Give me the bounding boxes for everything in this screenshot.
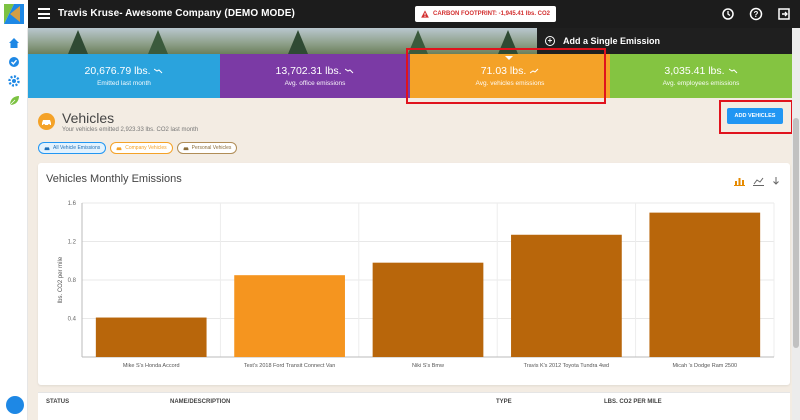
- svg-text:?: ?: [754, 10, 759, 19]
- carbon-footprint-text: CARBON FOOTPRINT: -1,945.41 lbs. CO2: [433, 11, 551, 17]
- menu-icon[interactable]: [38, 8, 50, 19]
- column-header-co2-per-mile[interactable]: LBS. CO2 PER MILE: [604, 399, 662, 405]
- history-icon[interactable]: [720, 6, 736, 22]
- highlight-box-vehicles-stat: [406, 48, 606, 104]
- car-icon: [183, 146, 189, 150]
- filter-company-vehicles[interactable]: Company Vehicles: [110, 142, 173, 154]
- column-header-type[interactable]: TYPE: [496, 399, 512, 405]
- y-axis-label: lbs. CO2 per mile: [58, 256, 64, 303]
- chat-icon[interactable]: [6, 396, 24, 414]
- bar-chart-icon[interactable]: [734, 173, 745, 191]
- car-icon: [44, 146, 50, 150]
- y-tick-label: 1.6: [68, 201, 77, 207]
- help-icon[interactable]: ?: [748, 6, 764, 22]
- filter-personal-vehicles[interactable]: Personal Vehicles: [176, 142, 238, 154]
- check-badge-icon[interactable]: [7, 55, 21, 69]
- leaf-icon[interactable]: [7, 94, 21, 108]
- filter-label: All Vehicle Emissions: [53, 145, 101, 151]
- stat-label: Avg. office emissions: [284, 80, 346, 87]
- bar: [649, 212, 761, 357]
- stat-label: Avg. employees emissions: [662, 80, 740, 87]
- filter-chips: All Vehicle Emissions Company Vehicles P…: [38, 142, 238, 154]
- trend-down-icon: [728, 68, 737, 74]
- trend-down-icon: [154, 68, 163, 74]
- filter-all-vehicles[interactable]: All Vehicle Emissions: [38, 142, 107, 154]
- warning-icon: [421, 10, 429, 18]
- gear-icon[interactable]: [7, 74, 21, 88]
- filter-label: Company Vehicles: [125, 145, 167, 151]
- y-tick-label: 0.4: [68, 317, 77, 323]
- stat-value: 20,676.79 lbs.: [84, 65, 151, 77]
- vehicles-table-header: STATUS NAME/DESCRIPTION TYPE LBS. CO2 PE…: [38, 392, 790, 412]
- top-bar: Travis Kruse- Awesome Company (DEMO MODE…: [0, 0, 800, 28]
- y-tick-label: 0.8: [68, 278, 77, 284]
- highlight-box-add-vehicles: [719, 100, 793, 134]
- emissions-chart-card: Vehicles Monthly Emissions 0.4 0.8 1.2 1.6 l…: [38, 163, 790, 385]
- app-logo[interactable]: [0, 0, 28, 28]
- trend-down-icon: [345, 68, 354, 74]
- stat-label: Emitted last month: [97, 80, 151, 87]
- stat-value: 3,035.41 lbs.: [664, 65, 725, 77]
- add-single-emission-label: Add a Single Emission: [563, 36, 661, 46]
- logout-icon[interactable]: [776, 6, 792, 22]
- x-tick-label: Mike S's Honda Accord: [123, 363, 180, 369]
- column-header-name[interactable]: NAME/DESCRIPTION: [170, 399, 230, 405]
- x-tick-label: Micah 's Dodge Ram 2500: [672, 363, 737, 369]
- x-tick-label: Travis K's 2012 Toyota Tundra 4wd: [524, 363, 609, 369]
- add-circle-icon: +: [545, 36, 555, 46]
- emissions-bar-chart: 0.4 0.8 1.2 1.6 lbs. CO2 per mile Mike S's Ho…: [58, 201, 775, 369]
- car-icon: [38, 113, 55, 130]
- stat-value: 13,702.31 lbs.: [275, 65, 342, 77]
- x-tick-label: Niki S's Bmw: [412, 363, 444, 369]
- stat-office-emissions[interactable]: 13,702.31 lbs. Avg. office emissions: [220, 54, 410, 98]
- stat-emitted-last-month[interactable]: 20,676.79 lbs. Emitted last month: [28, 54, 220, 98]
- app-title: Travis Kruse- Awesome Company (DEMO MODE…: [58, 8, 295, 19]
- bar: [234, 275, 345, 357]
- bar: [372, 262, 484, 357]
- table-row[interactable]: [38, 412, 790, 420]
- line-chart-icon[interactable]: [753, 173, 764, 191]
- page-scrollbar[interactable]: [792, 28, 800, 420]
- bar: [95, 317, 207, 357]
- y-tick-label: 1.2: [68, 240, 77, 246]
- page-title: Vehicles: [62, 110, 115, 126]
- side-nav: [0, 28, 28, 420]
- home-icon[interactable]: [7, 36, 21, 50]
- chart-title: Vehicles Monthly Emissions: [46, 173, 182, 185]
- page-subtitle: Your vehicles emitted 2,923.33 lbs. CO2 …: [62, 127, 199, 133]
- x-tick-label: Test's 2018 Ford Transit Connect Van: [244, 363, 335, 369]
- download-icon[interactable]: [772, 173, 780, 191]
- carbon-footprint-badge: CARBON FOOTPRINT: -1,945.41 lbs. CO2: [415, 6, 557, 22]
- bar: [511, 234, 622, 357]
- stat-employees-emissions[interactable]: 3,035.41 lbs. Avg. employees emissions: [610, 54, 792, 98]
- car-icon: [116, 146, 122, 150]
- column-header-status[interactable]: STATUS: [46, 399, 69, 405]
- filter-label: Personal Vehicles: [191, 145, 232, 151]
- scrollbar-thumb[interactable]: [793, 118, 799, 348]
